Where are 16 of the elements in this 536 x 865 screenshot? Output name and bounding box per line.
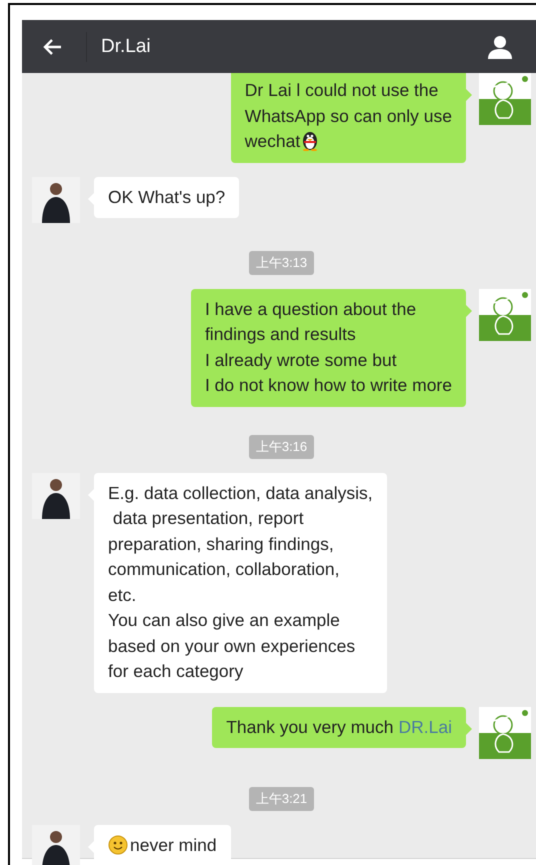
back-icon[interactable] [42, 38, 62, 56]
cartoon-avatar[interactable] [479, 706, 531, 758]
avatar-photo[interactable] [32, 824, 80, 865]
cartoon-avatar[interactable] [479, 288, 531, 340]
timestamp: 上午3:13 [248, 250, 314, 274]
bubble-tail [466, 304, 472, 316]
mention-link[interactable]: DR.Lai [398, 716, 452, 736]
bubble-tail [466, 89, 472, 101]
profile-icon[interactable] [488, 34, 512, 58]
chat-title: Dr.Lai [86, 32, 488, 62]
bubble-tail [466, 722, 472, 734]
cartoon-avatar[interactable] [479, 73, 531, 125]
avatar-photo[interactable] [32, 472, 80, 518]
avatar-photo[interactable] [32, 176, 80, 222]
timestamp: 上午3:21 [248, 786, 314, 810]
timestamp: 上午3:16 [248, 434, 314, 458]
